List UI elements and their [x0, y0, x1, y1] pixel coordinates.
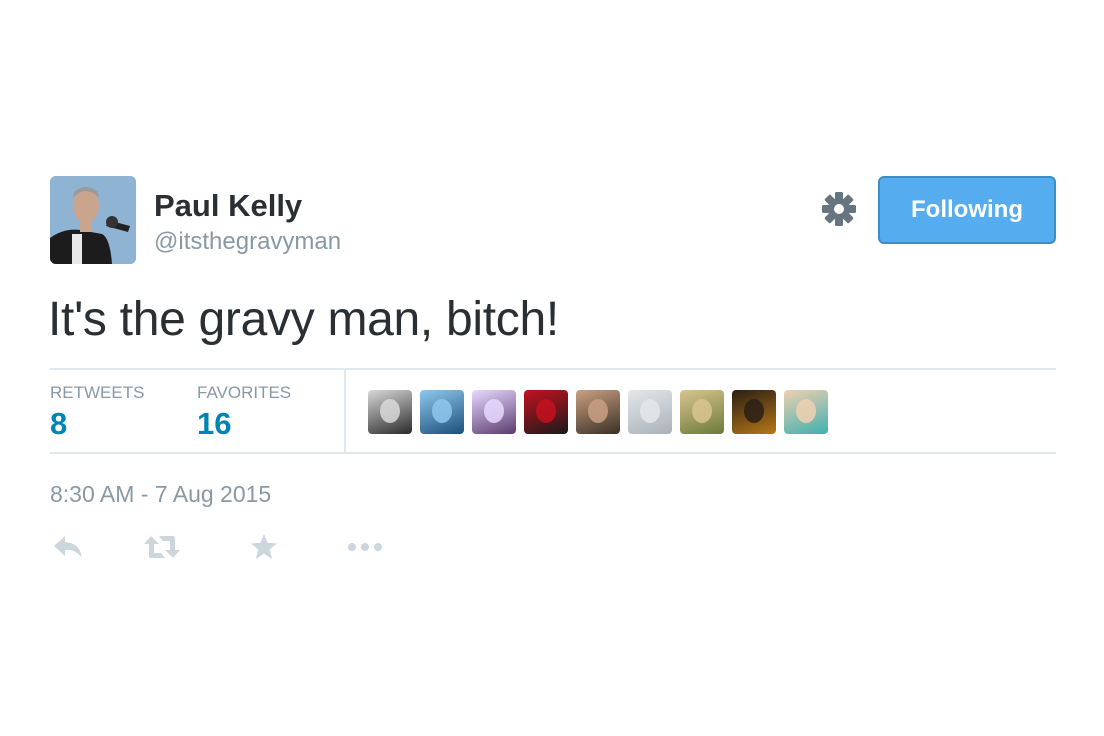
user-avatar-icon: [536, 399, 556, 423]
favoriter-avatar[interactable]: [732, 390, 776, 434]
divider: [50, 452, 1056, 454]
author-avatar[interactable]: [50, 176, 136, 264]
reply-icon[interactable]: [50, 530, 86, 564]
user-avatar-icon: [484, 399, 504, 423]
user-avatar-icon: [432, 399, 452, 423]
user-avatar-icon: [640, 399, 660, 423]
tweet-timestamp[interactable]: 8:30 AM - 7 Aug 2015: [50, 481, 271, 508]
favoriter-avatar[interactable]: [472, 390, 516, 434]
divider: [50, 368, 1056, 370]
retweet-icon[interactable]: [142, 530, 182, 564]
favorites-label: FAVORITES: [197, 383, 292, 402]
favoriter-avatar[interactable]: [680, 390, 724, 434]
user-avatar-icon: [588, 399, 608, 423]
more-icon[interactable]: [346, 530, 384, 564]
following-button[interactable]: Following: [878, 176, 1056, 244]
retweets-count[interactable]: 8: [50, 406, 67, 442]
favorite-icon[interactable]: [249, 530, 279, 564]
user-avatar-icon: [380, 399, 400, 423]
gear-icon[interactable]: [820, 190, 858, 228]
author-name[interactable]: Paul Kelly: [154, 188, 302, 224]
retweets-label: RETWEETS: [50, 383, 145, 402]
user-avatar-icon: [796, 399, 816, 423]
favoriter-avatar[interactable]: [420, 390, 464, 434]
profile-photo-icon: [50, 176, 136, 264]
favoriter-avatar[interactable]: [524, 390, 568, 434]
favoriter-avatars: [368, 390, 828, 434]
author-handle[interactable]: @itsthegravyman: [154, 228, 341, 256]
favorites-count[interactable]: 16: [197, 406, 231, 442]
user-avatar-icon: [692, 399, 712, 423]
favoriter-avatar[interactable]: [368, 390, 412, 434]
user-avatar-icon: [744, 399, 764, 423]
favoriter-avatar[interactable]: [784, 390, 828, 434]
stats-divider: [344, 370, 346, 452]
favoriter-avatar[interactable]: [628, 390, 672, 434]
favoriter-avatar[interactable]: [576, 390, 620, 434]
tweet-text: It's the gravy man, bitch!: [48, 293, 559, 346]
